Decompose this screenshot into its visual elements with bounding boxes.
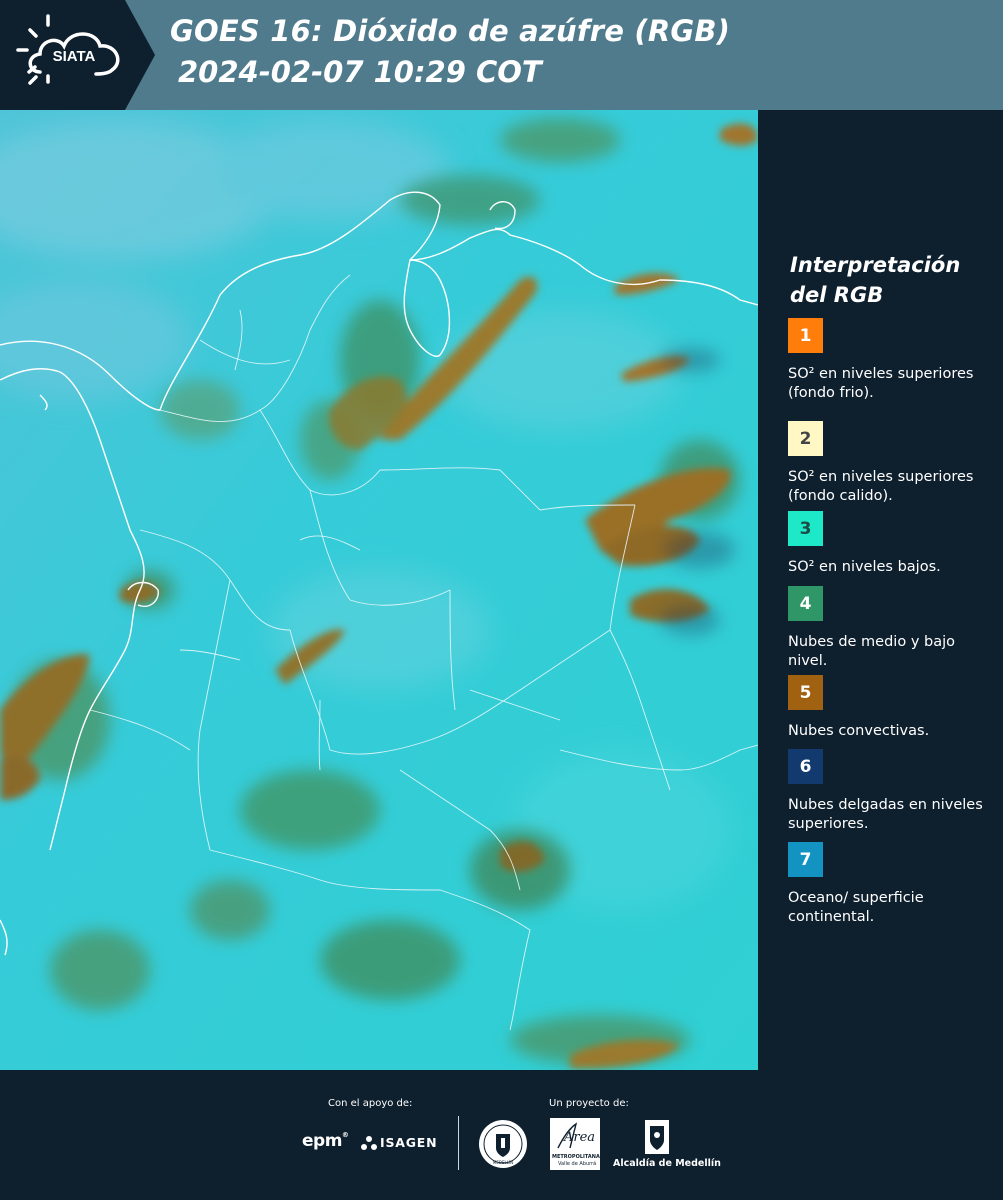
legend-swatch: 6 (788, 749, 823, 784)
medellin-seal-logo: MEDELLÍN (479, 1120, 527, 1168)
page: SIATA GOES 16: Dióxido de azúfre (RGB) 2… (0, 0, 1003, 1200)
legend-swatch: 5 (788, 675, 823, 710)
area-script-text: Área (564, 1130, 596, 1145)
area-line1-text: METROPOLITANA (552, 1154, 600, 1160)
alcaldia-shield-icon (645, 1120, 669, 1154)
legend-item: 1 SO² en niveles superiores (fondo frio). (788, 318, 998, 403)
legend-item: 2 SO² en niveles superiores (fondo calido… (788, 421, 998, 506)
page-timestamp: 2024-02-07 10:29 COT (178, 55, 542, 89)
alcaldia-text: Alcaldía de Medellín (613, 1158, 721, 1169)
satellite-map (0, 110, 758, 1070)
legend-swatch: 3 (788, 511, 823, 546)
legend-swatch: 4 (788, 586, 823, 621)
svg-text:MEDELLÍN: MEDELLÍN (493, 1160, 513, 1165)
page-title: GOES 16: Dióxido de azúfre (RGB) (170, 14, 731, 48)
legend-title-line2: del RGB (790, 283, 884, 307)
legend-item: 7 Oceano/ superficie continental. (788, 842, 998, 927)
legend-title: Interpretación del RGB (790, 250, 990, 310)
isagen-icon (361, 1136, 377, 1150)
project-label: Un proyecto de: (549, 1098, 629, 1109)
footer-divider (458, 1116, 459, 1170)
legend-swatch: 1 (788, 318, 823, 353)
legend-label: Nubes delgadas en niveles superiores. (788, 797, 983, 832)
legend-title-line1: Interpretación (790, 253, 961, 277)
legend-swatch: 7 (788, 842, 823, 877)
legend-item: 6 Nubes delgadas en niveles superiores. (788, 749, 998, 834)
legend-panel: Interpretación del RGB 1 SO² en niveles s… (758, 110, 1003, 1070)
area-metropolitana-logo: Área METROPOLITANA Valle de Aburrá (550, 1118, 600, 1170)
logo-text: SIATA (53, 48, 96, 65)
footer: Con el apoyo de: Un proyecto de: epm® IS… (0, 1070, 1003, 1200)
legend-label: SO² en niveles bajos. (788, 559, 941, 575)
legend-label: Nubes de medio y bajo nivel. (788, 634, 955, 669)
epm-logo-text: epm (302, 1131, 342, 1151)
siata-logo: SIATA (0, 0, 155, 110)
isagen-logo: ISAGEN (360, 1132, 450, 1154)
area-line2-text: Valle de Aburrá (558, 1161, 597, 1167)
isagen-logo-text: ISAGEN (380, 1135, 438, 1150)
legend-item: 3 SO² en niveles bajos. (788, 511, 998, 577)
alcaldia-logo: Alcaldía de Medellín (608, 1118, 721, 1173)
legend-item: 4 Nubes de medio y bajo nivel. (788, 586, 998, 671)
legend-label: SO² en niveles superiores (fondo calido)… (788, 469, 974, 504)
legend-item: 5 Nubes convectivas. (788, 675, 998, 741)
legend-label: Oceano/ superficie continental. (788, 890, 924, 925)
legend-label: SO² en niveles superiores (fondo frio). (788, 366, 974, 401)
legend-swatch: 2 (788, 421, 823, 456)
legend-label: Nubes convectivas. (788, 723, 930, 739)
header: SIATA GOES 16: Dióxido de azúfre (RGB) 2… (0, 0, 1003, 110)
epm-logo: epm® (302, 1131, 349, 1151)
support-label: Con el apoyo de: (328, 1098, 413, 1109)
